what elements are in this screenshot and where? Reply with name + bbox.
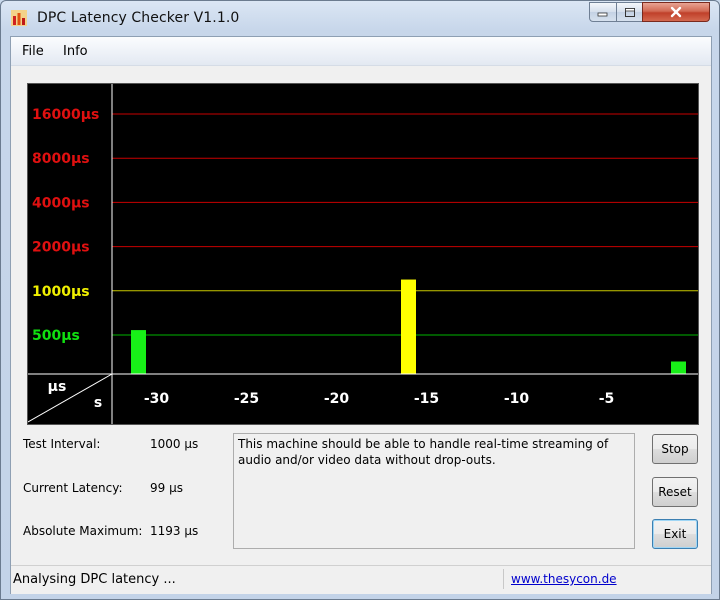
maximize-icon — [624, 7, 635, 17]
latency-chart: 16000µs 8000µs 4000µs 2000µs 1000µs 500µs -30… — [28, 84, 698, 424]
y-tick-label: 4000µs — [32, 195, 90, 211]
stop-button[interactable]: Stop — [652, 434, 698, 464]
close-button[interactable] — [642, 2, 710, 22]
status-text: Analysing DPC latency ... — [13, 572, 176, 587]
x-tick-label: -30 — [144, 391, 170, 407]
result-message: This machine should be able to handle re… — [233, 433, 635, 549]
x-tick-label: -15 — [414, 391, 439, 407]
website-link[interactable]: www.thesycon.de — [511, 572, 617, 586]
x-tick-label: -5 — [599, 391, 615, 407]
reset-button[interactable]: Reset — [652, 477, 698, 507]
status-bar: Analysing DPC latency ... www.thesycon.d… — [11, 565, 711, 594]
minimize-button[interactable] — [589, 2, 617, 22]
minimize-icon — [597, 12, 608, 17]
app-window: DPC Latency Checker V1.1.0 File Info 160… — [0, 0, 720, 600]
latency-bar — [671, 361, 686, 374]
current-latency-label: Current Latency: — [23, 481, 123, 495]
test-interval-value: 1000 µs — [150, 437, 199, 451]
menu-file[interactable]: File — [22, 44, 44, 59]
corner-y-unit: µs — [48, 379, 67, 395]
x-tick-label: -25 — [234, 391, 259, 407]
status-separator — [503, 569, 504, 589]
corner-x-unit: s — [94, 395, 102, 411]
y-tick-label: 8000µs — [32, 151, 90, 167]
absolute-maximum-label: Absolute Maximum: — [23, 524, 143, 538]
latency-bar — [401, 279, 416, 374]
menu-info[interactable]: Info — [63, 44, 88, 59]
title-bar[interactable]: DPC Latency Checker V1.1.0 — [1, 1, 719, 35]
close-icon — [670, 6, 682, 18]
app-icon — [11, 10, 27, 26]
y-tick-label: 2000µs — [32, 240, 90, 256]
y-tick-label: 16000µs — [32, 107, 99, 123]
menu-bar: File Info — [11, 37, 711, 66]
test-interval-label: Test Interval: — [23, 437, 101, 451]
maximize-button[interactable] — [616, 2, 643, 22]
window-title: DPC Latency Checker V1.1.0 — [37, 10, 240, 26]
y-tick-label: 1000µs — [32, 284, 90, 300]
exit-button[interactable]: Exit — [652, 519, 698, 549]
x-tick-label: -20 — [324, 391, 350, 407]
latency-bar — [131, 330, 146, 374]
latency-graph: 16000µs 8000µs 4000µs 2000µs 1000µs 500µs -30… — [27, 83, 699, 425]
x-tick-label: -10 — [504, 391, 530, 407]
client-area: File Info 16000µs 8000µs 4000µs 2000µs 1000µ… — [10, 36, 712, 594]
y-tick-label: 500µs — [32, 328, 80, 344]
absolute-maximum-value: 1193 µs — [150, 524, 199, 538]
current-latency-value: 99 µs — [150, 481, 183, 495]
